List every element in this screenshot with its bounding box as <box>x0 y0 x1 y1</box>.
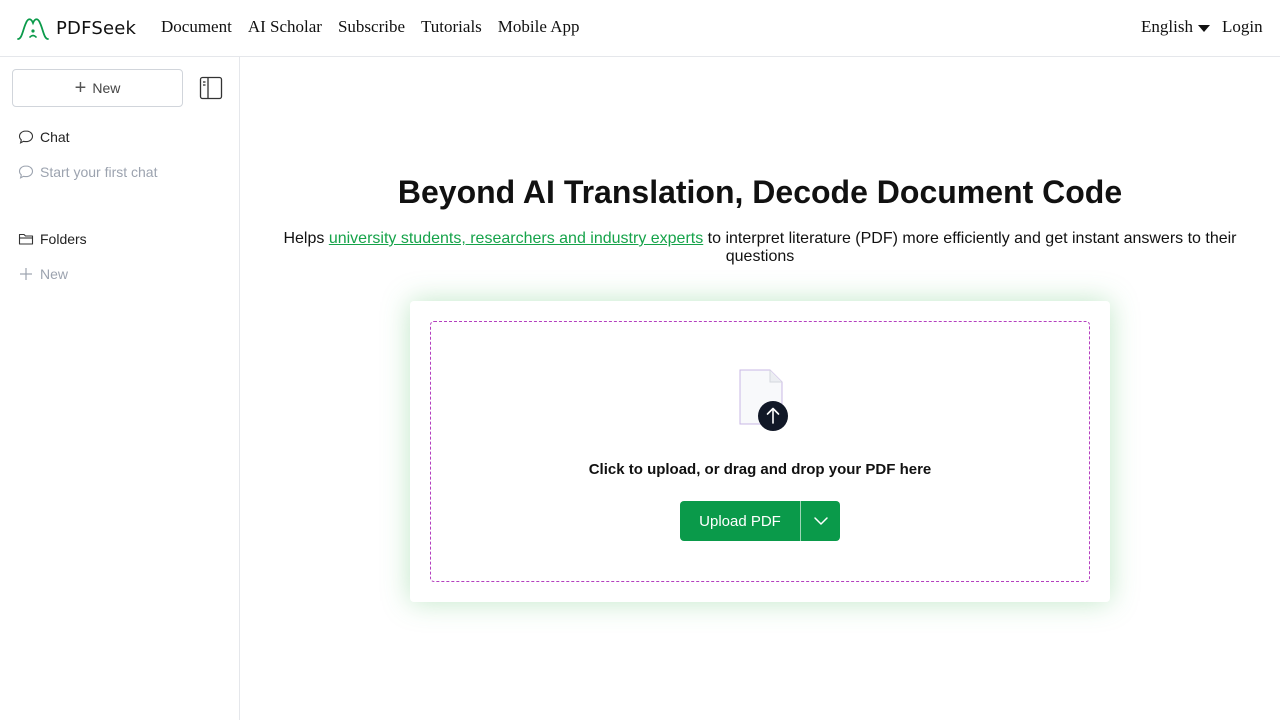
chat-section-title: Chat <box>40 129 70 145</box>
upload-card: Click to upload, or drag and drop your P… <box>410 301 1110 602</box>
login-link[interactable]: Login <box>1222 17 1263 37</box>
dropzone-instruction: Click to upload, or drag and drop your P… <box>588 461 932 478</box>
chat-bubble-icon <box>18 130 34 144</box>
folder-icon <box>18 233 34 245</box>
pdf-dropzone[interactable]: Click to upload, or drag and drop your P… <box>430 321 1090 582</box>
new-chat-button[interactable]: + New <box>12 69 183 107</box>
new-folder-label: New <box>40 266 69 282</box>
sidebar-toggle-button[interactable] <box>199 76 223 100</box>
pdfseek-logo-icon <box>17 18 49 40</box>
nav-ai-scholar[interactable]: AI Scholar <box>248 17 322 37</box>
hero-subtitle-suffix: to interpret literature (PDF) more effic… <box>703 230 1237 265</box>
main-nav: Document AI Scholar Subscribe Tutorials … <box>161 17 595 37</box>
folders-section-title: Folders <box>40 231 87 247</box>
chat-bubble-icon <box>18 165 34 179</box>
nav-mobile-app[interactable]: Mobile App <box>498 17 580 37</box>
hero-subtitle: Helps university students, researchers a… <box>272 230 1248 266</box>
new-folder-item[interactable]: New <box>18 266 68 282</box>
new-chat-label: New <box>92 80 121 96</box>
language-label: English <box>1141 17 1193 36</box>
chat-section-header: Chat <box>18 129 70 145</box>
nav-tutorials[interactable]: Tutorials <box>421 17 482 37</box>
upload-pdf-button[interactable]: Upload PDF <box>680 501 801 541</box>
caret-down-icon <box>1197 24 1210 32</box>
upload-options-button[interactable] <box>801 501 840 541</box>
plus-icon <box>20 268 32 280</box>
brand-name: PDFSeek <box>56 17 137 39</box>
plus-icon: + <box>74 77 87 99</box>
top-nav-bar: PDFSeek Document AI Scholar Subscribe Tu… <box>0 0 1280 57</box>
nav-document[interactable]: Document <box>161 17 232 37</box>
start-first-chat-label: Start your first chat <box>40 164 158 180</box>
sidebar: + New Chat Start your first chat Folders <box>0 57 240 720</box>
brand-logo[interactable]: PDFSeek <box>16 14 136 42</box>
language-selector[interactable]: English <box>1141 17 1210 37</box>
start-first-chat-item[interactable]: Start your first chat <box>18 164 157 180</box>
hero-subtitle-prefix: Helps <box>283 230 329 247</box>
sidebar-panel-icon <box>199 76 223 100</box>
audience-link[interactable]: university students, researchers and ind… <box>329 230 703 247</box>
page-title: Beyond AI Translation, Decode Document C… <box>397 174 1123 210</box>
file-upload-icon <box>739 369 788 431</box>
chevron-down-icon <box>813 517 828 525</box>
nav-subscribe[interactable]: Subscribe <box>338 17 405 37</box>
folders-section-header: Folders <box>18 231 87 247</box>
upload-button-group: Upload PDF <box>680 501 840 541</box>
